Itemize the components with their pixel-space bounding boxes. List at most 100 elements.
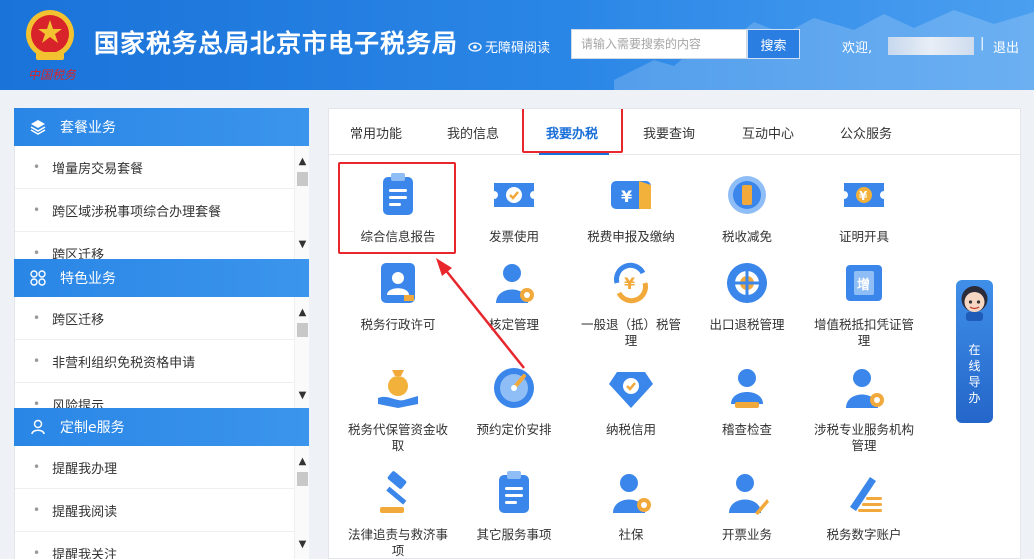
tab-common[interactable]: 常用功能 bbox=[350, 123, 402, 142]
function-item[interactable]: ¥ 一般退（抵）税管理 bbox=[571, 259, 691, 349]
sidebar-item[interactable]: 跨区迁移 bbox=[15, 232, 295, 260]
section-title: 定制e服务 bbox=[60, 420, 125, 436]
function-label: 税务行政许可 bbox=[360, 317, 436, 332]
function-label: 法律追责与救济事项 bbox=[347, 527, 448, 558]
accessibility-link[interactable]: 无障碍阅读 bbox=[468, 37, 550, 56]
tax-reduction-icon bbox=[728, 176, 766, 214]
gauge-icon bbox=[494, 368, 534, 408]
sidebar-item[interactable]: 增量房交易套餐 bbox=[15, 146, 295, 189]
scrollbar[interactable]: ▲ ▼ bbox=[294, 146, 309, 259]
sidebar-item[interactable]: 风险提示 bbox=[15, 383, 295, 411]
function-item[interactable]: ¥ 证明开具 bbox=[804, 171, 924, 245]
tab-interaction[interactable]: 互动中心 bbox=[742, 123, 794, 142]
function-item[interactable]: 税务代保管资金收取 bbox=[338, 364, 458, 454]
chevron-up-icon[interactable]: ▲ bbox=[295, 154, 309, 170]
tab-my-info[interactable]: 我的信息 bbox=[447, 123, 499, 142]
section-body-featured: 跨区迁移 非营利组织免税资格申请 风险提示 ▲ ▼ bbox=[14, 297, 309, 410]
avatar-icon bbox=[961, 286, 988, 321]
search-input[interactable] bbox=[571, 29, 747, 59]
function-item[interactable]: 预约定价安排 bbox=[454, 364, 574, 438]
svg-text:增: 增 bbox=[857, 277, 870, 293]
function-label: 一般退（抵）税管理 bbox=[580, 317, 681, 348]
function-label: 税务代保管资金收取 bbox=[347, 422, 448, 453]
function-label: 核定管理 bbox=[488, 317, 539, 332]
scrollbar[interactable]: ▲ ▼ bbox=[294, 297, 309, 410]
function-item[interactable]: ¥ 税费申报及缴纳 bbox=[571, 171, 691, 245]
header-separator: | bbox=[980, 36, 985, 51]
function-label: 纳税信用 bbox=[605, 422, 656, 437]
function-item[interactable]: 发票使用 bbox=[454, 171, 574, 245]
section-head-package[interactable]: 套餐业务 bbox=[14, 108, 309, 146]
function-item[interactable]: 开票业务 bbox=[687, 469, 807, 543]
tab-public-service[interactable]: 公众服务 bbox=[840, 123, 892, 142]
sidebar-item[interactable]: 跨区域涉税事项综合办理套餐 bbox=[15, 189, 295, 232]
chevron-up-icon[interactable]: ▲ bbox=[295, 454, 309, 470]
tab-query[interactable]: 我要查询 bbox=[643, 123, 695, 142]
china-tax-signature-logo: 中国税务 bbox=[28, 68, 76, 82]
section-head-featured[interactable]: 特色业务 bbox=[14, 259, 309, 297]
logout-link[interactable]: 退出 bbox=[993, 37, 1019, 56]
site-title: 国家税务总局北京市电子税务局 bbox=[94, 29, 459, 58]
main-panel: 常用功能 我的信息 我要办税 我要查询 互动中心 公众服务 综合信息报告 发票使… bbox=[328, 108, 1021, 559]
header: 中国税务 国家税务总局北京市电子税务局 无障碍阅读 搜索 欢迎, | 退出 bbox=[0, 0, 1034, 90]
scrollbar[interactable]: ▲ ▼ bbox=[294, 446, 309, 559]
tab-bar: 常用功能 我的信息 我要办税 我要查询 互动中心 公众服务 bbox=[329, 109, 1020, 155]
layers-icon bbox=[30, 120, 46, 135]
vat-voucher-icon: 增 bbox=[846, 265, 882, 301]
section-title: 套餐业务 bbox=[60, 120, 116, 136]
function-item[interactable]: 法律追责与救济事项 bbox=[338, 469, 458, 558]
search-button[interactable]: 搜索 bbox=[747, 29, 800, 59]
function-item[interactable]: 税务行政许可 bbox=[338, 259, 458, 333]
chevron-down-icon[interactable]: ▼ bbox=[295, 388, 309, 404]
chevron-up-icon[interactable]: ▲ bbox=[295, 305, 309, 321]
digital-account-icon bbox=[850, 477, 882, 512]
svg-text:中国税务: 中国税务 bbox=[28, 68, 76, 82]
section-body-package: 增量房交易套餐 跨区域涉税事项综合办理套餐 跨区迁移 ▲ ▼ bbox=[14, 146, 309, 259]
chevron-down-icon[interactable]: ▼ bbox=[295, 237, 309, 253]
tab-highlight-box bbox=[522, 109, 623, 153]
function-label: 证明开具 bbox=[838, 229, 889, 244]
scrollbar-thumb[interactable] bbox=[297, 472, 308, 486]
function-item[interactable]: 出口退税管理 bbox=[687, 259, 807, 333]
function-item[interactable]: 核定管理 bbox=[454, 259, 574, 333]
function-label: 出口退税管理 bbox=[709, 317, 785, 332]
function-item[interactable]: 税务数字账户 bbox=[804, 469, 924, 543]
grid-icon bbox=[30, 270, 46, 286]
section-title: 特色业务 bbox=[60, 271, 116, 287]
function-label: 税收减免 bbox=[721, 229, 772, 244]
sidebar-item[interactable]: 提醒我关注 bbox=[15, 532, 295, 559]
globe-export-icon bbox=[727, 263, 767, 303]
function-label: 发票使用 bbox=[488, 229, 539, 244]
chevron-down-icon[interactable]: ▼ bbox=[295, 537, 309, 553]
function-item[interactable]: 涉税专业服务机构管理 bbox=[804, 364, 924, 454]
welcome-text: 欢迎, bbox=[842, 41, 873, 56]
function-label: 增值税抵扣凭证管理 bbox=[813, 317, 914, 348]
sidebar-item[interactable]: 跨区迁移 bbox=[15, 297, 295, 340]
function-item[interactable]: 社保 bbox=[571, 469, 691, 543]
function-item[interactable]: 纳税信用 bbox=[571, 364, 691, 438]
username-redacted bbox=[888, 37, 974, 55]
agency-gear-icon bbox=[846, 369, 884, 408]
sidebar-item[interactable]: 提醒我办理 bbox=[15, 446, 295, 489]
invoicing-pen-icon bbox=[729, 474, 769, 515]
function-item[interactable]: 稽查检查 bbox=[687, 364, 807, 438]
scrollbar-thumb[interactable] bbox=[297, 172, 308, 186]
inspector-icon bbox=[731, 369, 763, 408]
function-item[interactable]: 税收减免 bbox=[687, 171, 807, 245]
function-item[interactable]: 其它服务事项 bbox=[454, 469, 574, 543]
function-label: 预约定价安排 bbox=[476, 422, 552, 437]
money-bag-hand-icon bbox=[378, 370, 418, 408]
section-head-custom[interactable]: 定制e服务 bbox=[14, 408, 309, 446]
sidebar-item[interactable]: 非营利组织免税资格申请 bbox=[15, 340, 295, 383]
sidebar-item[interactable]: 提醒我阅读 bbox=[15, 489, 295, 532]
svg-text:¥: ¥ bbox=[859, 189, 868, 203]
section-body-custom: 提醒我办理 提醒我阅读 提醒我关注 ▲ ▼ bbox=[14, 446, 309, 559]
invoice-ticket-icon bbox=[494, 183, 534, 207]
sidebar: 套餐业务 增量房交易套餐 跨区域涉税事项综合办理套餐 跨区迁移 ▲ ▼ 特色业务… bbox=[14, 108, 309, 559]
guide-label: 在 线 导 办 bbox=[968, 343, 981, 405]
scrollbar-thumb[interactable] bbox=[297, 323, 308, 337]
function-item[interactable]: 增 增值税抵扣凭证管理 bbox=[804, 259, 924, 349]
credit-diamond-icon bbox=[609, 372, 653, 408]
svg-text:¥: ¥ bbox=[621, 187, 632, 206]
online-guide-button[interactable]: 在 线 导 办 bbox=[956, 280, 993, 423]
